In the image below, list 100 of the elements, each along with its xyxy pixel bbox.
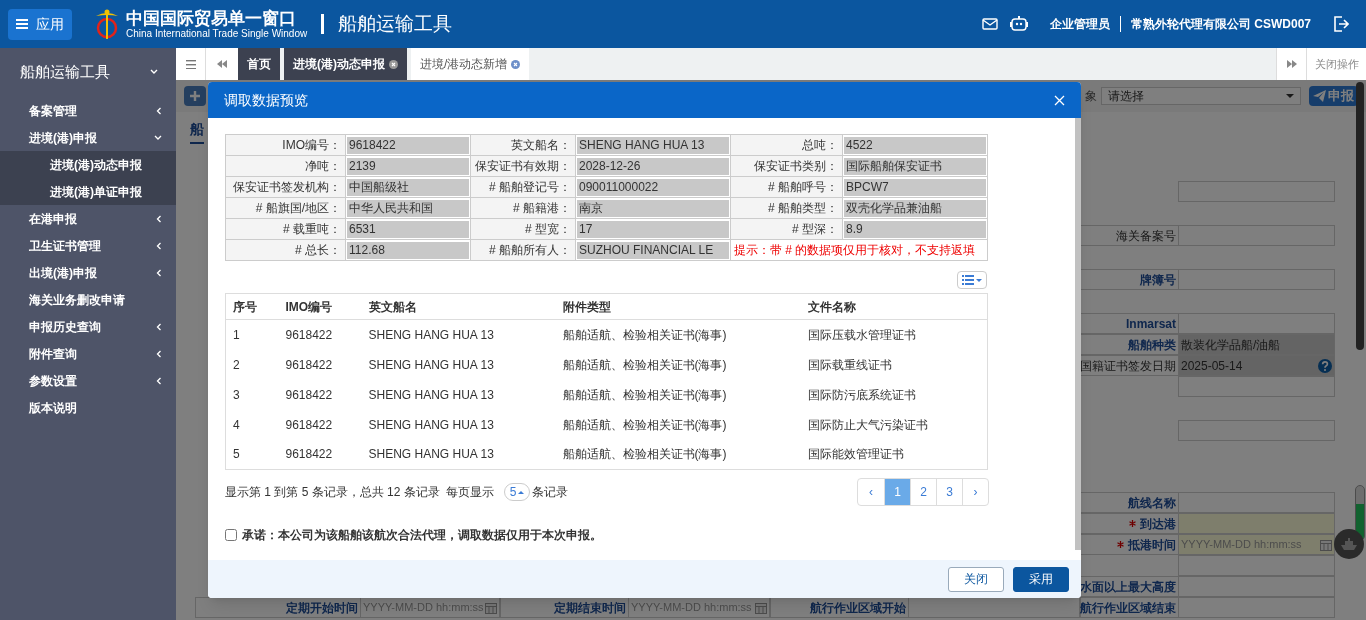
sidebar-item[interactable]: 海关业务删改申请 [0, 286, 176, 313]
info-label: 英文船名： [470, 134, 576, 156]
sidebar-title[interactable]: 船舶运输工具 [0, 48, 176, 96]
page-tab[interactable]: 首页 [238, 48, 280, 80]
chevron-down-icon [150, 69, 158, 75]
scrollbar[interactable] [1356, 82, 1364, 350]
per-page-label: 每页显示 [445, 484, 494, 501]
table-cell-text: 9618422 [284, 356, 334, 374]
table-cell-text: 船舶适航、检验相关证书(海事) [561, 386, 728, 404]
help-icon[interactable] [1318, 358, 1332, 373]
sidebar-item[interactable]: 版本说明 [0, 394, 176, 421]
sidebar-item[interactable]: 出境(港)申报 [0, 259, 176, 286]
table-cell: 3 [225, 379, 279, 410]
info-value: BPCW7 [844, 178, 986, 196]
page-button[interactable]: 3 [936, 479, 962, 505]
text-field[interactable] [1178, 492, 1335, 513]
text-field[interactable] [1178, 555, 1335, 576]
info-value: 双壳化学品兼油船 [844, 199, 986, 217]
info-value: SHENG HANG HUA 13 [577, 136, 729, 154]
text-field[interactable] [1178, 420, 1335, 441]
menu-toggle-button[interactable] [176, 48, 206, 80]
logout-icon[interactable] [1333, 16, 1349, 32]
table-cell: 国际防污底系统证书 [800, 379, 988, 410]
page-button[interactable]: › [962, 479, 988, 505]
panel-tab[interactable]: 船 [190, 119, 204, 144]
plus-icon [190, 91, 200, 101]
table-cell: SHENG HANG HUA 13 [361, 439, 556, 470]
text-field[interactable] [1178, 269, 1335, 290]
close-icon[interactable] [389, 59, 398, 69]
text-field[interactable] [1178, 376, 1335, 397]
info-value: 中华人民共和国 [347, 199, 469, 217]
calendar-icon [755, 601, 767, 614]
text-field[interactable] [1178, 181, 1335, 202]
text-field[interactable] [1178, 576, 1335, 597]
info-value: 8.9 [844, 220, 986, 238]
info-value: 国际船舶保安证书 [844, 157, 986, 175]
sidebar-item[interactable]: 申报历史查询 [0, 313, 176, 340]
info-label: # 总长： [225, 239, 346, 261]
close-operations-button[interactable]: 关闭操作 [1306, 48, 1366, 80]
column-toggle-button[interactable] [957, 271, 987, 289]
text-field[interactable] [908, 597, 1080, 618]
double-left-icon [217, 60, 227, 68]
sidebar-item[interactable]: 备案管理 [0, 97, 176, 124]
info-value: 2139 [347, 157, 469, 175]
close-button[interactable] [1054, 94, 1065, 106]
info-value: 南京 [577, 199, 729, 217]
info-value: 090011000022 [577, 178, 729, 196]
page-tab[interactable]: 进境(港)动态申报 [284, 48, 407, 80]
table-cell: 国际防止大气污染证书 [800, 409, 988, 440]
info-value: 17 [577, 220, 729, 238]
sidebar-item[interactable]: 在港申报 [0, 205, 176, 232]
agreement-text: 承诺：本公司为该船舶该航次合法代理，调取数据仅用于本次申报。 [242, 527, 602, 544]
table-cell-text: 船舶适航、检验相关证书(海事) [561, 416, 728, 434]
caret-icon [976, 278, 982, 282]
table-cell-text: 9618422 [284, 416, 334, 434]
agreement-checkbox[interactable] [225, 529, 237, 541]
scroll-left-button[interactable] [206, 48, 238, 80]
paper-plane-icon [1313, 90, 1326, 102]
field-label: 航行作业区域结束 [1080, 597, 1178, 618]
submenu-item[interactable]: 进境(港)动态申报 [0, 151, 176, 178]
info-value: 9618422 [347, 136, 469, 154]
text-field[interactable] [1178, 513, 1335, 534]
target-label: 象 [1085, 88, 1097, 105]
table-cell: 国际压载水管理证书 [800, 319, 988, 350]
info-label: 保安证书签发机构： [225, 176, 346, 198]
app-menu-button[interactable]: 应用 [8, 8, 72, 40]
sidebar-item[interactable]: 进境(港)申报 [0, 124, 176, 151]
info-value: 中国船级社 [347, 178, 469, 196]
sidebar-item[interactable]: 参数设置 [0, 367, 176, 394]
hint-text: 提示：带 # 的数据项仅用于核对，不支持返填 [730, 239, 988, 261]
submenu-item[interactable]: 进境(港)单证申报 [0, 178, 176, 205]
double-right-icon [1286, 60, 1297, 68]
page-tab[interactable]: 进境/港动态新增 [411, 48, 530, 80]
column-header: IMO编号 [278, 293, 362, 320]
text-field[interactable] [1178, 225, 1335, 246]
scrollbar[interactable] [1075, 118, 1081, 550]
page-button[interactable]: ‹ [858, 479, 884, 505]
scroll-right-button[interactable] [1276, 48, 1306, 80]
caret-up-icon [518, 490, 525, 494]
table-cell: 2 [225, 349, 279, 380]
calendar-icon [485, 601, 497, 614]
apply-button[interactable]: 采用 [1013, 566, 1069, 592]
table-cell-text: 9618422 [284, 386, 334, 404]
page-button[interactable]: 2 [910, 479, 936, 505]
table-cell: 9618422 [278, 319, 362, 350]
logo-subtitle: China International Trade Single Window [126, 28, 308, 39]
sidebar-item[interactable]: 附件查询 [0, 340, 176, 367]
add-button[interactable] [184, 86, 206, 106]
target-select[interactable]: 请选择 [1101, 87, 1301, 105]
table-cell: 4 [225, 409, 279, 440]
text-field[interactable] [1178, 313, 1335, 334]
table-cell: 国际载重线证书 [800, 349, 988, 380]
ship-float-button[interactable] [1334, 529, 1364, 559]
robot-icon[interactable] [1009, 16, 1028, 32]
pagination-summary: 显示第 1 到第 5 条记录，总共 12 条记录 [225, 484, 440, 501]
text-field[interactable] [1178, 597, 1335, 618]
mail-icon[interactable] [981, 18, 998, 30]
dialog-title: 调取数据预览 [224, 90, 308, 110]
sidebar-item[interactable]: 卫生证书管理 [0, 232, 176, 259]
close-dialog-button[interactable]: 关闭 [948, 566, 1004, 592]
